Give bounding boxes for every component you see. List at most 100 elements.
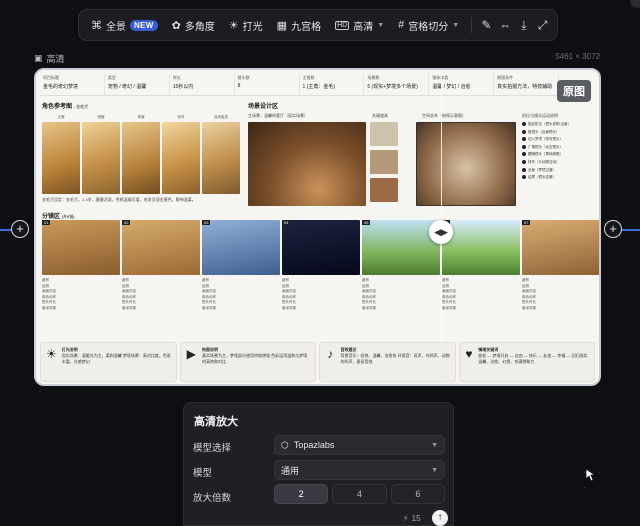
legend-item-label: 全景（梦境过渡） (528, 167, 556, 172)
info-header: 主角数 (302, 75, 315, 80)
legend-item-label: 跟随镜头（草地奔跑） (528, 152, 563, 157)
frame-meta: 景别 运镜 画面内容 角色动作 镜头时长 景深效果 (282, 278, 360, 311)
model-value: 通用 (281, 465, 300, 476)
frame-number: 03 (202, 220, 211, 225)
compare-split-handle[interactable]: ◀▶ (429, 220, 453, 244)
note-card-body: 构图说明 真实场景为主，梦境部分使用特效增强 色彩运用温和与梦境的高饱和对比 (202, 347, 311, 377)
top-toolbar: ⌘ 全景 NEW ✿ 多角度 ☀ 打光 ▦ 九宫格 HD 高清 ▼ # 宫格切分… (78, 9, 558, 41)
frame-meta-label: 景深效果 (362, 305, 376, 310)
legend-item-label: 广角镜头（太空镜头） (528, 144, 563, 149)
frame-meta: 景别 运镜 画面内容 角色动作 镜头时长 景深效果 (362, 278, 440, 311)
frame-photo (522, 220, 599, 275)
note-card-text: 背景音乐：轻快、温馨、治愈系 环境音：风声、鸟鸣声、动物的叫声、星辰音效 (340, 353, 450, 364)
frame-meta-label: 景深效果 (522, 305, 536, 310)
character-caption: 背面 (137, 115, 145, 119)
floor-plan-diagram (416, 122, 516, 206)
note-card-text: 放松 — 梦境开启 — 自由 — 快乐 — 友谊 — 幸福 — 回归现实 温馨、… (478, 353, 588, 364)
image-node-label: ▣ 高清 (34, 52, 65, 65)
info-header: 项目标题 (43, 75, 59, 80)
character-caption: 自然姿态 (214, 115, 228, 119)
frame-photo (442, 220, 520, 275)
frame-meta: 景别 运镜 画面内容 角色动作 镜头时长 景深效果 (42, 278, 120, 311)
note-card: ▶ 构图说明 真实场景为主，梦境部分使用特效增强 色彩运用温和与梦境的高饱和对比 (179, 342, 316, 382)
panorama-button[interactable]: ⌘ 全景 NEW (85, 13, 164, 37)
flip-icon[interactable]: ⇔ (497, 13, 514, 37)
frame-meta: 景别 运镜 画面内容 角色动作 镜头时长 景深效果 (202, 278, 280, 311)
model-label: 模型 (193, 468, 213, 479)
scale-segmented-control: 2 4 6 (274, 484, 445, 504)
submit-upscale-button[interactable]: ↑ (432, 510, 448, 526)
lighting-label: 打光 (242, 21, 263, 33)
scale-option-4[interactable]: 4 (332, 484, 387, 504)
toolbar-divider (471, 17, 472, 33)
project-info-row: 项目标题 金毛的奇幻梦境 类型 宠物 / 奇幻 / 温馨 时长 15秒以内 镜头数 8 主角数 1… (40, 74, 559, 96)
grid-split-icon: # (398, 19, 405, 31)
credits-value: 15 (411, 514, 421, 523)
heart-icon: ♥ (465, 347, 473, 361)
frame-meta-label: 景深效果 (122, 305, 136, 310)
frame-meta: 景别 运镜 画面内容 角色动作 镜头时长 景深效果 (122, 278, 200, 311)
info-cell: 项目标题金毛的奇幻梦境 (40, 74, 105, 95)
multi-angle-button[interactable]: ✿ 多角度 (166, 13, 221, 37)
info-value: 金毛的奇幻梦境 (43, 84, 79, 90)
note-card-body: 音效建议 背景音乐：轻快、温馨、治愈系 环境音：风声、鸟鸣声、动物的叫声、星辰音效 (340, 347, 450, 377)
model-dropdown[interactable]: 通用 ▼ (274, 460, 445, 480)
image-dimensions: 5461 × 3072 (555, 52, 600, 61)
panel-title: 高清放大 (194, 416, 238, 428)
scale-option-2[interactable]: 2 (274, 484, 329, 504)
legend-item-label: 特写（与动物互动） (528, 159, 560, 164)
original-badge[interactable]: 原图 (557, 80, 591, 102)
info-cell: 场景数 5 (现实+梦境多个场景) (364, 74, 430, 95)
credits-cost: ⚡ 15 (403, 514, 421, 523)
character-photo-side (82, 122, 120, 194)
info-cell: 时长 15秒以内 (170, 74, 235, 95)
scale-option-6[interactable]: 6 (390, 484, 445, 504)
hd-button[interactable]: HD 高清 ▼ (329, 13, 390, 37)
frame-meta-label: 景深效果 (442, 305, 456, 310)
expand-icon[interactable]: ⤢ (534, 13, 551, 37)
info-value: 真实拍摄方法，特技辅助 (497, 84, 553, 90)
image-icon: ▣ (34, 53, 43, 63)
add-output-node-button[interactable]: + (604, 220, 622, 238)
nine-grid-button[interactable]: ▦ 九宫格 (271, 13, 327, 37)
character-photo-back (122, 122, 160, 194)
grid-split-button[interactable]: # 宫格切分 ▼ (392, 13, 465, 37)
prop-photo-1 (370, 122, 398, 146)
chevron-down-icon: ▼ (431, 441, 438, 449)
character-photo-natural (202, 122, 240, 194)
panorama-label: 全景 (106, 21, 126, 33)
mouse-cursor-icon (585, 468, 595, 482)
info-value: 5 (现实+梦境多个场景) (367, 84, 418, 90)
frame-number: 02 (122, 220, 131, 225)
model-select-value: Topazlabs (293, 440, 335, 450)
frames-section-title: 分镜区 (共8镜) (42, 211, 75, 220)
legend-item-label: 切入梦境（特写镜头） (528, 137, 563, 142)
download-icon[interactable]: ⤓ (516, 13, 533, 37)
info-cell: 期限条件真实拍摄方法，特技辅助 (494, 74, 559, 95)
info-value: 8 (237, 83, 241, 89)
hd-label: 高清 (353, 21, 374, 33)
floor-plan-caption: 空间关系（俯视示意图） (422, 113, 466, 118)
multi-angle-label: 多角度 (184, 21, 215, 33)
character-caption: 特写 (177, 115, 185, 119)
new-badge: NEW (130, 19, 158, 31)
chevron-down-icon: ▼ (452, 21, 460, 29)
character-description: 金毛犬设定：金毛犬，2-4岁，健康活泼，性格温顺可爱，毛发呈现金黄色，眼神温柔。 (42, 197, 196, 202)
info-cell: 主角数 1 (主角：金毛) (300, 74, 365, 95)
storyboard-image[interactable]: 项目标题 金毛的奇幻梦境 类型 宠物 / 奇幻 / 温馨 时长 15秒以内 镜头数 8 主角数 1… (34, 68, 601, 386)
scene-main-caption: 主场景：温馨的客厅（现实场景） (248, 113, 308, 118)
lighting-button[interactable]: ☀ 打光 (223, 13, 269, 37)
nine-grid-label: 九宫格 (291, 21, 322, 33)
legend-item: 推镜头（近景镜头） (522, 130, 592, 135)
camera-icon: ▶ (186, 347, 196, 361)
sun-icon: ☀ (46, 347, 57, 361)
note-card-body: 情绪关键词 放松 — 梦境开启 — 自由 — 快乐 — 友谊 — 幸福 — 回归现… (478, 347, 590, 377)
brush-icon[interactable]: ✎ (478, 13, 495, 37)
model-select-dropdown[interactable]: ⬡ Topazlabs ▼ (274, 435, 445, 455)
info-header: 期限条件 (497, 75, 514, 80)
add-input-node-button[interactable]: + (11, 220, 29, 238)
info-value: 15秒以内 (172, 84, 194, 90)
info-cell: 镜体体类温馨 / 梦幻 / 治愈 (429, 74, 495, 95)
frame-meta: 景别 运镜 画面内容 角色动作 镜头时长 景深效果 (522, 278, 599, 311)
frame-meta-label: 景深效果 (282, 305, 296, 310)
